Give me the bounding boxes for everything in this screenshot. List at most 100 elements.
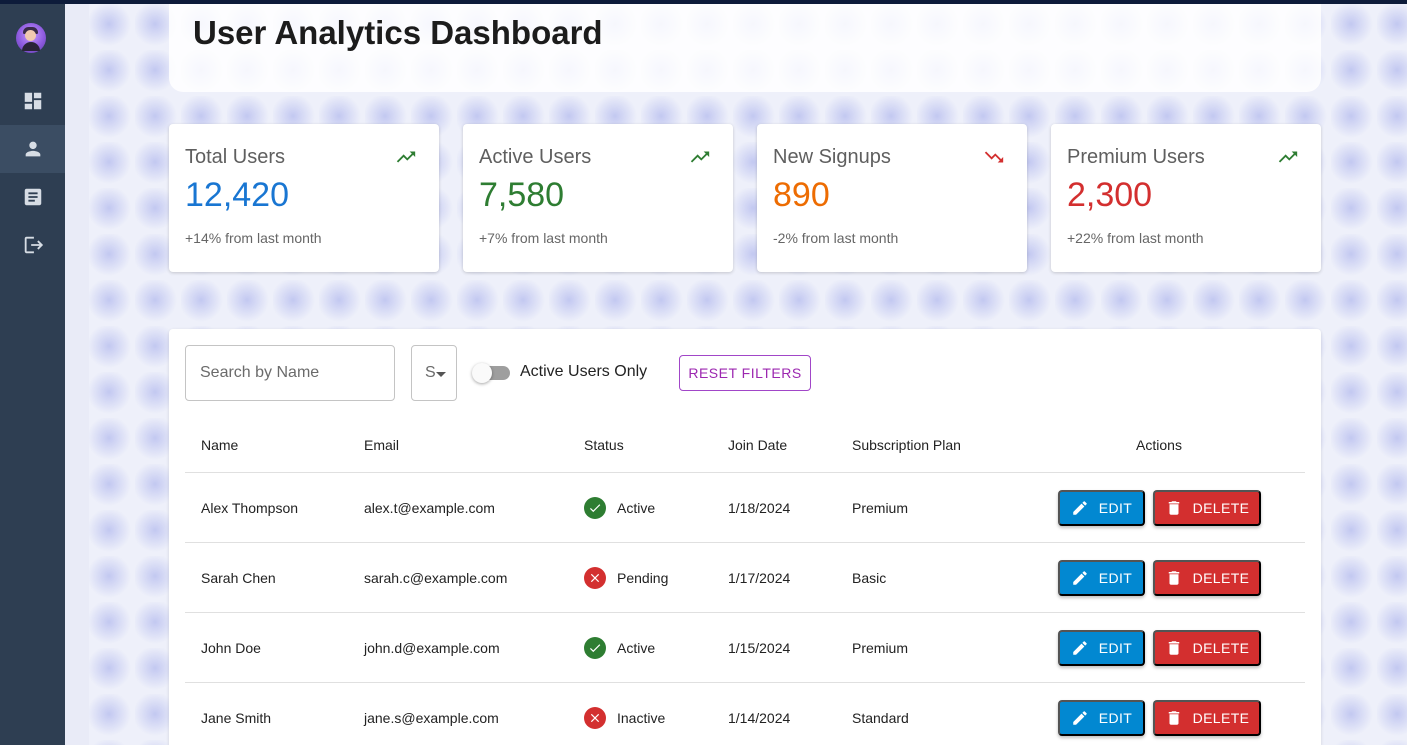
delete-label: DELETE	[1192, 570, 1250, 586]
avatar[interactable]	[16, 23, 46, 53]
dashboard-icon	[24, 92, 41, 110]
cell-join-date: 1/18/2024	[728, 499, 791, 516]
search-input[interactable]	[185, 345, 395, 401]
delete-label: DELETE	[1192, 500, 1250, 516]
stat-card-active-users: Active Users 7,580 +7% from last month	[463, 124, 733, 272]
edit-button[interactable]: EDIT	[1058, 490, 1145, 526]
cell-name: Sarah Chen	[201, 569, 276, 586]
trash-icon	[1168, 501, 1179, 515]
trending-up-icon	[396, 151, 416, 163]
cell-plan: Premium	[852, 499, 909, 516]
stat-title: Active Users	[479, 146, 592, 168]
cell-join-date: 1/17/2024	[728, 569, 791, 586]
table-row: Alex Thompson alex.t@example.com Active 1/1…	[185, 473, 1305, 543]
trash-icon	[1168, 711, 1179, 725]
status-select-label: S	[425, 364, 436, 381]
edit-button[interactable]: EDIT	[1058, 700, 1145, 736]
stat-value: 7,580	[479, 176, 565, 214]
sidebar-item-dashboard[interactable]	[0, 77, 65, 125]
column-header-status[interactable]: Status	[584, 417, 624, 472]
column-header-email[interactable]: Email	[364, 417, 399, 472]
column-header-actions: Actions	[1136, 436, 1182, 453]
cell-plan: Premium	[852, 639, 909, 656]
trash-icon	[1168, 641, 1179, 655]
sidebar-item-users[interactable]	[0, 125, 65, 173]
cancel-circle-icon	[584, 706, 606, 729]
stat-change: -2% from last month	[773, 230, 899, 246]
active-only-toggle[interactable]	[472, 363, 510, 383]
pencil-icon	[1073, 641, 1087, 655]
stat-change: +7% from last month	[479, 230, 608, 246]
trending-up-icon	[690, 151, 710, 163]
page-title: User Analytics Dashboard	[193, 14, 603, 51]
stat-title: Total Users	[185, 146, 286, 168]
cell-email: alex.t@example.com	[364, 499, 495, 516]
stat-change: +14% from last month	[185, 230, 322, 246]
cell-name: Jane Smith	[201, 709, 272, 726]
toggle-thumb	[472, 363, 492, 383]
edit-label: EDIT	[1098, 640, 1133, 656]
edit-label: EDIT	[1098, 570, 1133, 586]
stat-title: Premium Users	[1067, 146, 1205, 168]
cell-email: sarah.c@example.com	[364, 569, 508, 586]
check-circle-icon	[584, 636, 606, 659]
users-table: Name Email Status Join Date Subscription…	[185, 417, 1305, 745]
trending-down-icon	[984, 151, 1004, 163]
cell-status: Pending	[584, 543, 668, 612]
cell-plan: Standard	[852, 709, 909, 726]
stat-change: +22% from last month	[1067, 230, 1204, 246]
column-header-name[interactable]: Name	[201, 417, 238, 472]
delete-button[interactable]: DELETE	[1153, 700, 1261, 736]
cell-status: Inactive	[584, 683, 665, 745]
table-header-row: Name Email Status Join Date Subscription…	[185, 417, 1305, 473]
cell-plan: Basic	[852, 569, 887, 586]
cell-status: Active	[584, 613, 655, 682]
cell-email: john.d@example.com	[364, 639, 500, 656]
sidebar-item-logout[interactable]	[0, 221, 65, 269]
stat-value: 2,300	[1067, 176, 1153, 214]
check-circle-icon	[584, 496, 606, 519]
person-icon	[25, 141, 40, 157]
column-header-plan[interactable]: Subscription Plan	[852, 417, 961, 472]
cell-join-date: 1/14/2024	[728, 709, 791, 726]
cell-status: Active	[584, 473, 655, 542]
table-row: Jane Smith jane.s@example.com Inactive 1/14…	[185, 683, 1305, 745]
stat-value: 12,420	[185, 176, 289, 214]
stat-card-total-users: Total Users 12,420 +14% from last month	[169, 124, 439, 272]
table-body: Alex Thompson alex.t@example.com Active 1/1…	[185, 473, 1305, 745]
stat-title: New Signups	[773, 146, 891, 168]
stat-value: 890	[773, 176, 830, 214]
users-table-card: S Active Users Only RESET FILTERS Name E…	[169, 329, 1321, 745]
stat-card-new-signups: New Signups 890 -2% from last month	[757, 124, 1027, 272]
cell-name: John Doe	[201, 639, 261, 656]
status-text: Active	[617, 499, 656, 516]
delete-button[interactable]: DELETE	[1153, 630, 1261, 666]
pencil-icon	[1073, 571, 1087, 585]
pencil-icon	[1073, 711, 1087, 725]
cell-name: Alex Thompson	[201, 499, 299, 516]
sidebar-item-reports[interactable]	[0, 173, 65, 221]
dropdown-arrow-icon	[436, 372, 446, 377]
logout-icon	[24, 236, 43, 254]
status-select[interactable]: S	[411, 345, 457, 401]
sidebar	[0, 4, 65, 745]
article-icon	[24, 188, 41, 206]
avatar-face	[25, 30, 36, 41]
status-text: Active	[617, 639, 656, 656]
table-row: John Doe john.d@example.com Active 1/15/202…	[185, 613, 1305, 683]
edit-label: EDIT	[1098, 500, 1133, 516]
delete-button[interactable]: DELETE	[1153, 560, 1261, 596]
edit-button[interactable]: EDIT	[1058, 560, 1145, 596]
active-only-label: Active Users Only	[520, 363, 648, 380]
trash-icon	[1168, 571, 1179, 585]
edit-button[interactable]: EDIT	[1058, 630, 1145, 666]
pencil-icon	[1073, 501, 1087, 515]
cell-join-date: 1/15/2024	[728, 639, 791, 656]
reset-filters-button[interactable]: RESET FILTERS	[679, 355, 811, 391]
delete-button[interactable]: DELETE	[1153, 490, 1261, 526]
column-header-join-date[interactable]: Join Date	[728, 417, 787, 472]
status-text: Inactive	[617, 709, 666, 726]
delete-label: DELETE	[1192, 710, 1250, 726]
trending-up-icon	[1278, 151, 1298, 163]
table-row: Sarah Chen sarah.c@example.com Pending 1/17…	[185, 543, 1305, 613]
